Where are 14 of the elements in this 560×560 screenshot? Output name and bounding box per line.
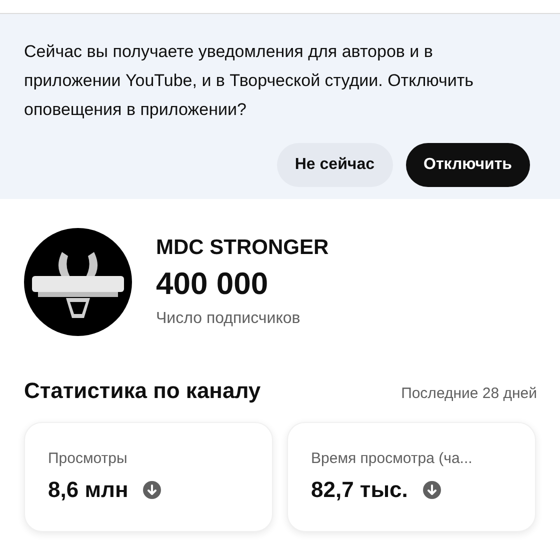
- disable-button[interactable]: Отключить: [406, 143, 530, 187]
- stat-card[interactable]: Время просмотра (ча... 82,7 тыс.: [287, 422, 536, 532]
- notice-text: Сейчас вы получаете уведомления для авторов и в приложении YouTube, и в Творческой студии. Отключить оповещения в приложении?: [24, 41, 475, 121]
- stat-label: Время просмотра (ча...: [311, 450, 474, 467]
- subscriber-count: 400 000: [156, 266, 270, 302]
- stat-value: 82,7 тыс.: [311, 477, 408, 503]
- channel-name: MDC STRONGER: [156, 236, 329, 260]
- stat-label: Просмотры: [48, 450, 128, 467]
- subscriber-label: Число подписчиков: [156, 310, 302, 328]
- period-label: Последние 28 дней: [401, 385, 537, 402]
- stat-value: 8,6 млн: [48, 477, 128, 503]
- section-title: Статистика по каналу: [24, 378, 261, 404]
- not-now-button[interactable]: Не сейчас: [276, 143, 392, 187]
- stat-card[interactable]: Просмотры 8,6 млн: [24, 422, 273, 532]
